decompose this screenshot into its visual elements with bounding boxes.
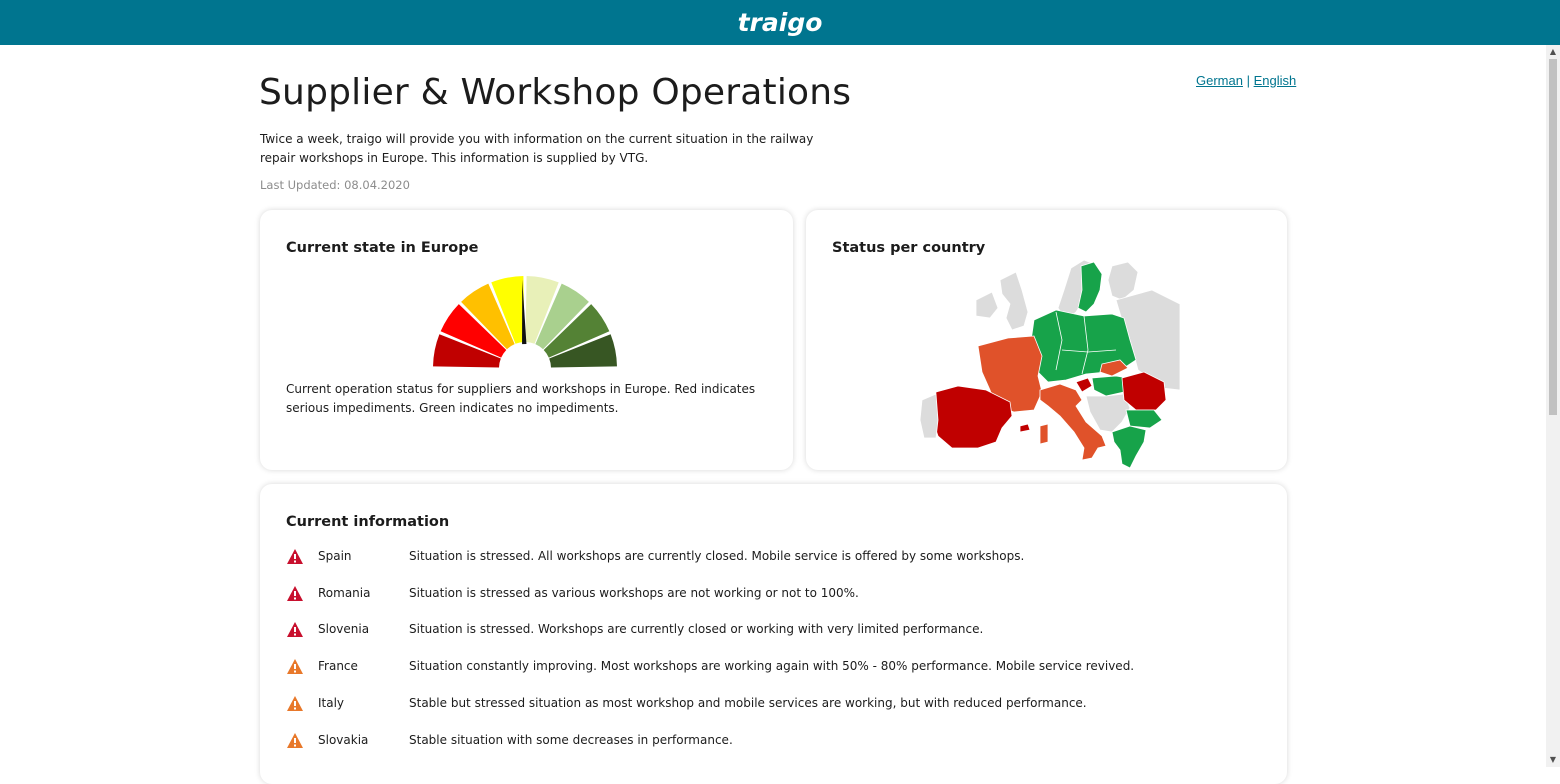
info-message: Situation is stressed. Workshops are cur… — [409, 622, 984, 636]
info-message: Stable but stressed situation as most wo… — [409, 696, 1087, 710]
info-message: Situation constantly improving. Most wor… — [409, 659, 1135, 673]
vertical-scrollbar[interactable]: ▲ ▼ — [1546, 45, 1560, 767]
country-status-card: Status per country — [806, 210, 1287, 470]
english-link[interactable]: English — [1254, 73, 1297, 88]
map-region-balearic — [1019, 423, 1031, 433]
language-switcher: German | English — [1196, 73, 1296, 88]
list-item: Slovakia Stable situation with some decr… — [286, 732, 1266, 752]
info-message: Stable situation with some decreases in … — [409, 733, 733, 747]
map-region-greece — [1111, 425, 1147, 469]
list-item: Romania Situation is stressed as various… — [286, 585, 1266, 605]
intro-text: Twice a week, traigo will provide you wi… — [260, 132, 814, 165]
gauge-needle — [522, 280, 527, 345]
scroll-up-icon[interactable]: ▲ — [1546, 45, 1560, 59]
country-card-title: Status per country — [832, 240, 986, 256]
info-country: Slovakia — [318, 733, 369, 747]
list-item: Spain Situation is stressed. All worksho… — [286, 548, 1266, 568]
warning-icon — [287, 549, 303, 564]
scroll-thumb[interactable] — [1549, 59, 1557, 415]
info-country: Spain — [318, 549, 352, 563]
last-updated: Last Updated: 08.04.2020 — [260, 178, 410, 192]
map-region-uk — [999, 271, 1029, 331]
info-message: Situation is stressed as various worksho… — [409, 586, 859, 600]
map-region-sardinia — [1039, 423, 1049, 445]
info-country: Slovenia — [318, 622, 370, 636]
map-region-finland — [1107, 261, 1139, 301]
german-link[interactable]: German — [1196, 73, 1243, 88]
europe-card-title: Current state in Europe — [286, 240, 479, 256]
warning-icon — [287, 622, 303, 637]
warning-icon — [287, 586, 303, 601]
map-region-portugal — [919, 393, 939, 439]
europe-card-description: Current operation status for suppliers a… — [286, 382, 756, 415]
status-gauge — [433, 276, 617, 368]
map-region-ireland — [975, 291, 999, 319]
warning-icon — [287, 733, 303, 748]
traigo-logo[interactable]: traigo — [0, 0, 1560, 45]
info-card-title: Current information — [286, 514, 450, 530]
warning-icon — [287, 696, 303, 711]
current-information-card: Current information Spain Situation is s… — [260, 484, 1287, 784]
map-region-sweden — [1077, 261, 1103, 313]
top-bar: traigo — [0, 0, 1560, 45]
info-country: Romania — [318, 586, 371, 600]
list-item: France Situation constantly improving. M… — [286, 658, 1266, 678]
scroll-down-icon[interactable]: ▼ — [1546, 753, 1560, 767]
info-country: Italy — [318, 696, 345, 710]
info-message: Situation is stressed. All workshops are… — [409, 549, 1025, 563]
europe-status-map — [919, 260, 1180, 469]
list-item: Italy Stable but stressed situation as m… — [286, 695, 1266, 715]
info-country: France — [318, 659, 358, 673]
list-item: Slovenia Situation is stressed. Workshop… — [286, 621, 1266, 641]
warning-icon — [287, 659, 303, 674]
map-region-balkans — [1085, 393, 1131, 433]
map-region-bulgaria — [1125, 409, 1163, 429]
language-separator: | — [1246, 73, 1250, 88]
map-region-slovenia — [1075, 377, 1093, 393]
europe-state-card: Current state in Europe Current operatio… — [260, 210, 793, 470]
page-title: Supplier & Workshop Operations — [259, 72, 852, 113]
